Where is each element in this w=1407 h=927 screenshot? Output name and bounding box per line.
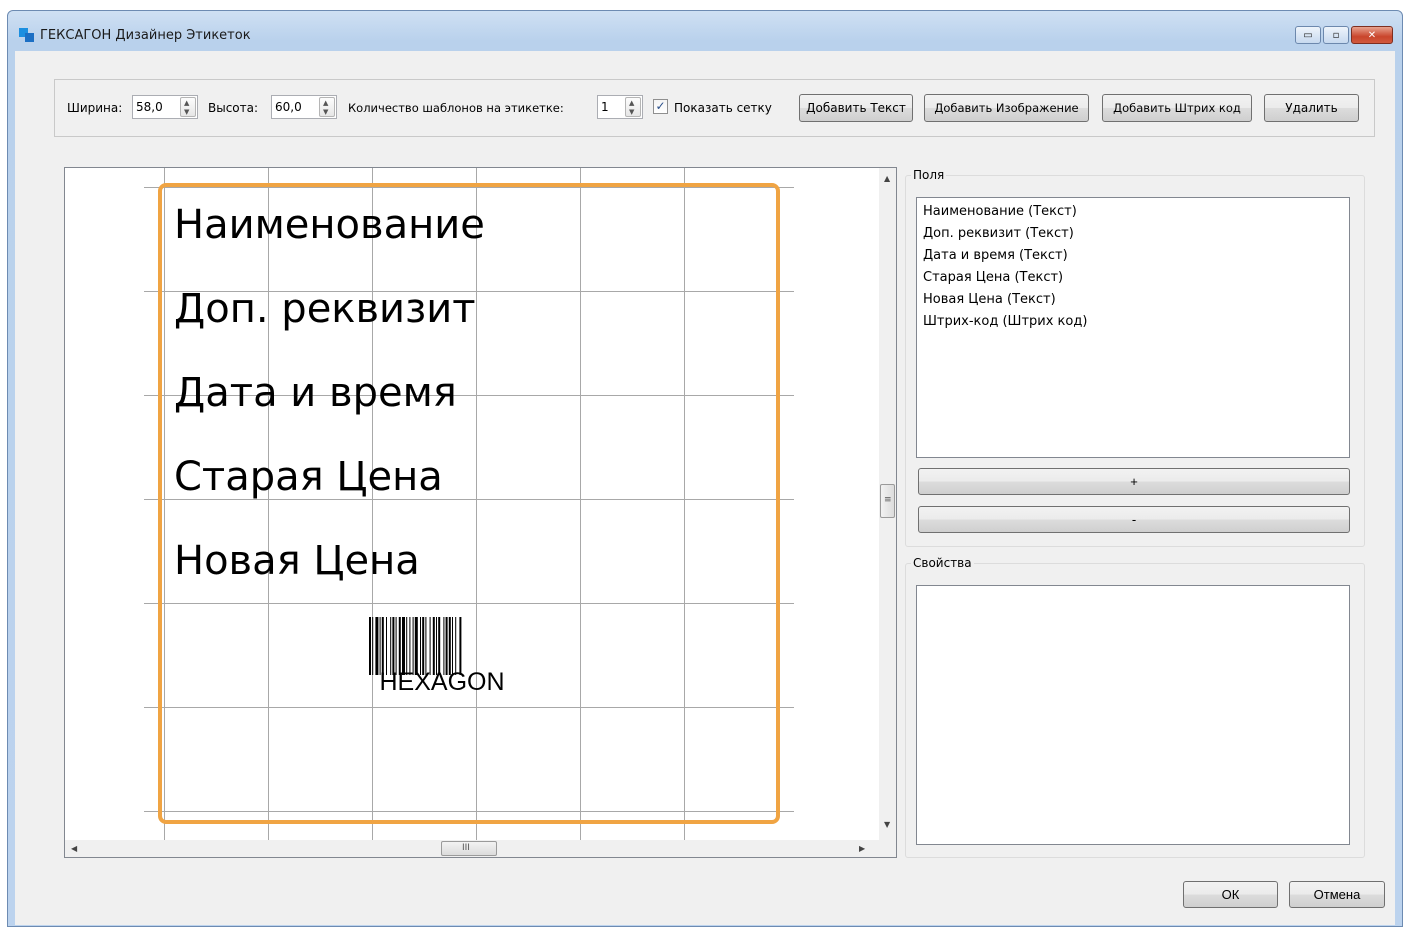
vertical-scroll-thumb[interactable]: ≡ xyxy=(880,484,895,518)
scroll-left-icon[interactable]: ◀ xyxy=(71,844,77,853)
horizontal-scroll-thumb[interactable]: III xyxy=(441,841,497,856)
spin-down-icon[interactable]: ▼ xyxy=(629,108,634,116)
properties-group-title: Свойства xyxy=(911,556,974,570)
toolbar: Ширина: 58,0 ▲ ▼ Высота: 60,0 ▲ ▼ Количе… xyxy=(54,79,1375,137)
spin-up-icon[interactable]: ▲ xyxy=(323,99,328,107)
templates-count-value[interactable]: 1 xyxy=(601,100,609,114)
barcode-bar xyxy=(379,617,381,675)
spin-down-icon[interactable]: ▼ xyxy=(323,108,328,116)
templates-count-label: Количество шаблонов на этикетке: xyxy=(348,101,564,115)
barcode-bar xyxy=(420,617,421,675)
close-button[interactable]: ✕ xyxy=(1351,26,1393,44)
add-text-button[interactable]: Добавить Текст xyxy=(799,94,913,122)
field-list-item[interactable]: Доп. реквизит (Текст) xyxy=(917,223,1349,245)
barcode-bar xyxy=(381,617,384,675)
scroll-down-icon[interactable]: ▼ xyxy=(884,820,890,829)
label-outline[interactable] xyxy=(158,183,780,824)
barcode-bar xyxy=(398,617,401,675)
properties-panel[interactable] xyxy=(916,585,1350,845)
add-barcode-button[interactable]: Добавить Штрих код xyxy=(1102,94,1252,122)
barcode-bar xyxy=(429,617,431,675)
spin-up-icon[interactable]: ▲ xyxy=(184,99,189,107)
client-area: Ширина: 58,0 ▲ ▼ Высота: 60,0 ▲ ▼ Количе… xyxy=(15,51,1395,925)
height-value[interactable]: 60,0 xyxy=(275,100,302,114)
barcode-bar xyxy=(402,617,405,675)
width-spin-arrows[interactable]: ▲ ▼ xyxy=(180,97,196,117)
width-stepper[interactable]: 58,0 ▲ ▼ xyxy=(132,95,198,119)
delete-button[interactable]: Удалить xyxy=(1264,94,1359,122)
label-canvas[interactable]: Наименование Доп. реквизит Дата и время … xyxy=(64,167,897,858)
show-grid-checkbox[interactable]: ✓ xyxy=(653,99,668,114)
minimize-button[interactable]: ▭ xyxy=(1295,26,1321,44)
remove-field-button[interactable]: - xyxy=(918,506,1350,533)
barcode-bar xyxy=(438,617,441,675)
spin-down-icon[interactable]: ▼ xyxy=(184,108,189,116)
barcode-bar xyxy=(443,617,445,675)
barcode-element[interactable]: HEXAGON xyxy=(368,617,516,695)
fields-list-items: Наименование (Текст) Доп. реквизит (Текст… xyxy=(917,198,1349,333)
barcode-bar xyxy=(392,617,395,675)
scroll-up-icon[interactable]: ▲ xyxy=(884,174,890,183)
height-stepper[interactable]: 60,0 ▲ ▼ xyxy=(271,95,337,119)
barcode-bar xyxy=(369,617,371,675)
show-grid-label[interactable]: Показать сетку xyxy=(674,95,772,121)
templates-spin-arrows[interactable]: ▲ ▼ xyxy=(625,97,641,117)
barcode-bar xyxy=(436,617,437,675)
barcode-text: HEXAGON xyxy=(379,668,505,696)
grip-icon: ≡ xyxy=(884,495,892,505)
fields-list[interactable]: Наименование (Текст) Доп. реквизит (Текст… xyxy=(916,197,1350,458)
barcode-bar xyxy=(386,617,387,675)
vertical-scrollbar[interactable]: ▲ ≡ ▼ xyxy=(879,168,896,840)
window-title: ГЕКСАГОН Дизайнер Этикеток xyxy=(40,28,251,43)
label-field-extra[interactable]: Доп. реквизит xyxy=(174,286,476,332)
barcode-bar xyxy=(375,617,379,675)
add-field-button[interactable]: + xyxy=(918,468,1350,495)
barcode-bar xyxy=(452,617,453,675)
ok-button[interactable]: ОК xyxy=(1183,881,1278,908)
height-label: Высота: xyxy=(208,101,259,115)
barcode-bar xyxy=(409,617,411,675)
scrollbar-corner xyxy=(879,840,896,857)
maximize-button[interactable]: ▫ xyxy=(1323,26,1349,44)
barcode-bar xyxy=(445,617,448,675)
cancel-button[interactable]: Отмена xyxy=(1289,881,1385,908)
horizontal-scrollbar[interactable]: ◀ III ▶ xyxy=(65,840,879,857)
barcode-bar xyxy=(459,617,462,675)
add-image-button[interactable]: Добавить Изображение xyxy=(924,94,1089,122)
barcode-bar xyxy=(422,617,425,675)
label-field-old-price[interactable]: Старая Цена xyxy=(174,454,443,500)
label-field-new-price[interactable]: Новая Цена xyxy=(174,538,420,584)
grip-icon: III xyxy=(462,843,470,853)
main-window: ГЕКСАГОН Дизайнер Этикеток ▭ ▫ ✕ Ширина:… xyxy=(7,10,1403,927)
barcode-bar xyxy=(395,617,397,675)
width-label: Ширина: xyxy=(67,101,123,115)
app-logo-icon xyxy=(19,28,35,42)
barcode-bar xyxy=(432,617,435,675)
window-controls: ▭ ▫ ✕ xyxy=(1295,26,1393,44)
scroll-right-icon[interactable]: ▶ xyxy=(859,844,865,853)
width-value[interactable]: 58,0 xyxy=(136,100,163,114)
label-field-name[interactable]: Наименование xyxy=(174,202,485,248)
height-spin-arrows[interactable]: ▲ ▼ xyxy=(319,97,335,117)
field-list-item[interactable]: Дата и время (Текст) xyxy=(917,245,1349,267)
label-field-datetime[interactable]: Дата и время xyxy=(174,370,457,416)
barcode-bar xyxy=(412,617,414,675)
barcode-bar xyxy=(425,617,427,675)
spin-up-icon[interactable]: ▲ xyxy=(629,99,634,107)
fields-group-title: Поля xyxy=(911,168,947,182)
templates-count-stepper[interactable]: 1 ▲ ▼ xyxy=(597,95,643,119)
barcode-bar xyxy=(448,617,451,675)
barcode-bar xyxy=(406,617,408,675)
barcode-bar xyxy=(390,617,392,675)
field-list-item[interactable]: Новая Цена (Текст) xyxy=(917,289,1349,311)
field-list-item[interactable]: Штрих-код (Штрих код) xyxy=(917,311,1349,333)
barcode-bar xyxy=(372,617,374,675)
title-bar[interactable]: ГЕКСАГОН Дизайнер Этикеток ▭ ▫ ✕ xyxy=(8,11,1402,49)
field-list-item[interactable]: Наименование (Текст) xyxy=(917,201,1349,223)
barcode-bar xyxy=(414,617,418,675)
barcode-bar xyxy=(455,617,457,675)
field-list-item[interactable]: Старая Цена (Текст) xyxy=(917,267,1349,289)
